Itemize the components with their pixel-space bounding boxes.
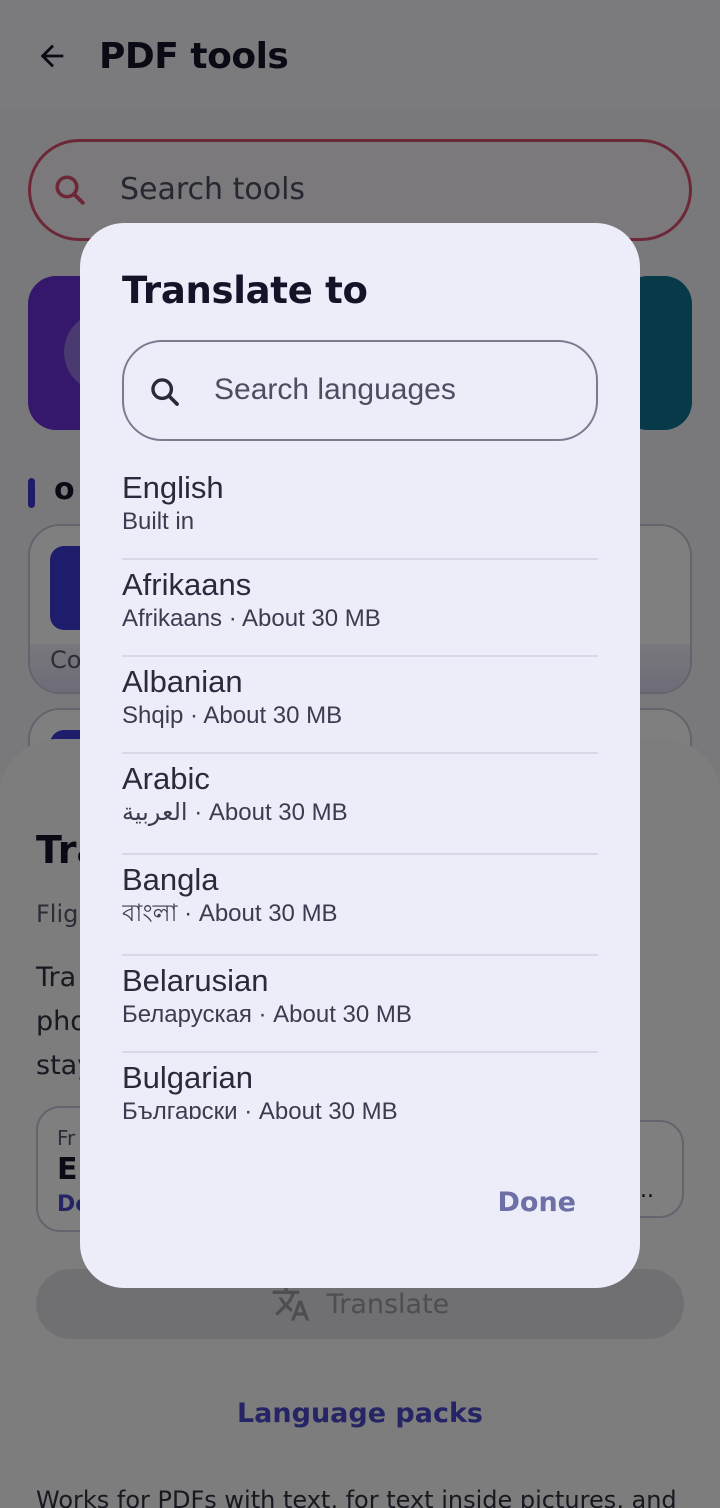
language-item-arabic[interactable]: Arabic العربية · About 30 MB — [122, 754, 598, 855]
language-detail: Беларуская · About 30 MB — [122, 1001, 412, 1028]
language-name: Albanian — [122, 664, 243, 699]
language-list[interactable]: English Built in Afrikaans Afrikaans · A… — [122, 463, 598, 1119]
done-button[interactable]: Done — [498, 1187, 577, 1218]
language-item-afrikaans[interactable]: Afrikaans Afrikaans · About 30 MB — [122, 560, 598, 657]
language-name: Afrikaans — [122, 567, 252, 602]
language-detail: Built in — [122, 508, 195, 535]
language-item-bangla[interactable]: Bangla বাংলা · About 30 MB — [122, 855, 598, 956]
language-search-field[interactable] — [122, 340, 598, 441]
language-detail: বাংলা · About 30 MB — [122, 900, 338, 927]
language-detail: Shqip · About 30 MB — [122, 702, 343, 729]
language-name: Arabic — [122, 761, 210, 796]
language-search-input[interactable] — [214, 370, 574, 410]
language-detail: Afrikaans · About 30 MB — [122, 605, 381, 632]
language-item-bulgarian[interactable]: Bulgarian Български · About 30 MB — [122, 1053, 598, 1119]
translate-to-dialog: Translate to English Built in Afrikaans … — [80, 223, 640, 1288]
language-name: Belarusian — [122, 963, 269, 998]
language-detail: Български · About 30 MB — [122, 1098, 398, 1119]
search-icon — [151, 378, 179, 406]
language-item-albanian[interactable]: Albanian Shqip · About 30 MB — [122, 657, 598, 754]
language-item-english[interactable]: English Built in — [122, 463, 598, 560]
language-name: Bulgarian — [122, 1060, 253, 1095]
language-detail: العربية · About 30 MB — [122, 799, 348, 826]
language-item-belarusian[interactable]: Belarusian Беларуская · About 30 MB — [122, 956, 598, 1053]
language-name: Bangla — [122, 862, 219, 897]
language-name: English — [122, 470, 224, 505]
dialog-title: Translate to — [122, 269, 368, 312]
